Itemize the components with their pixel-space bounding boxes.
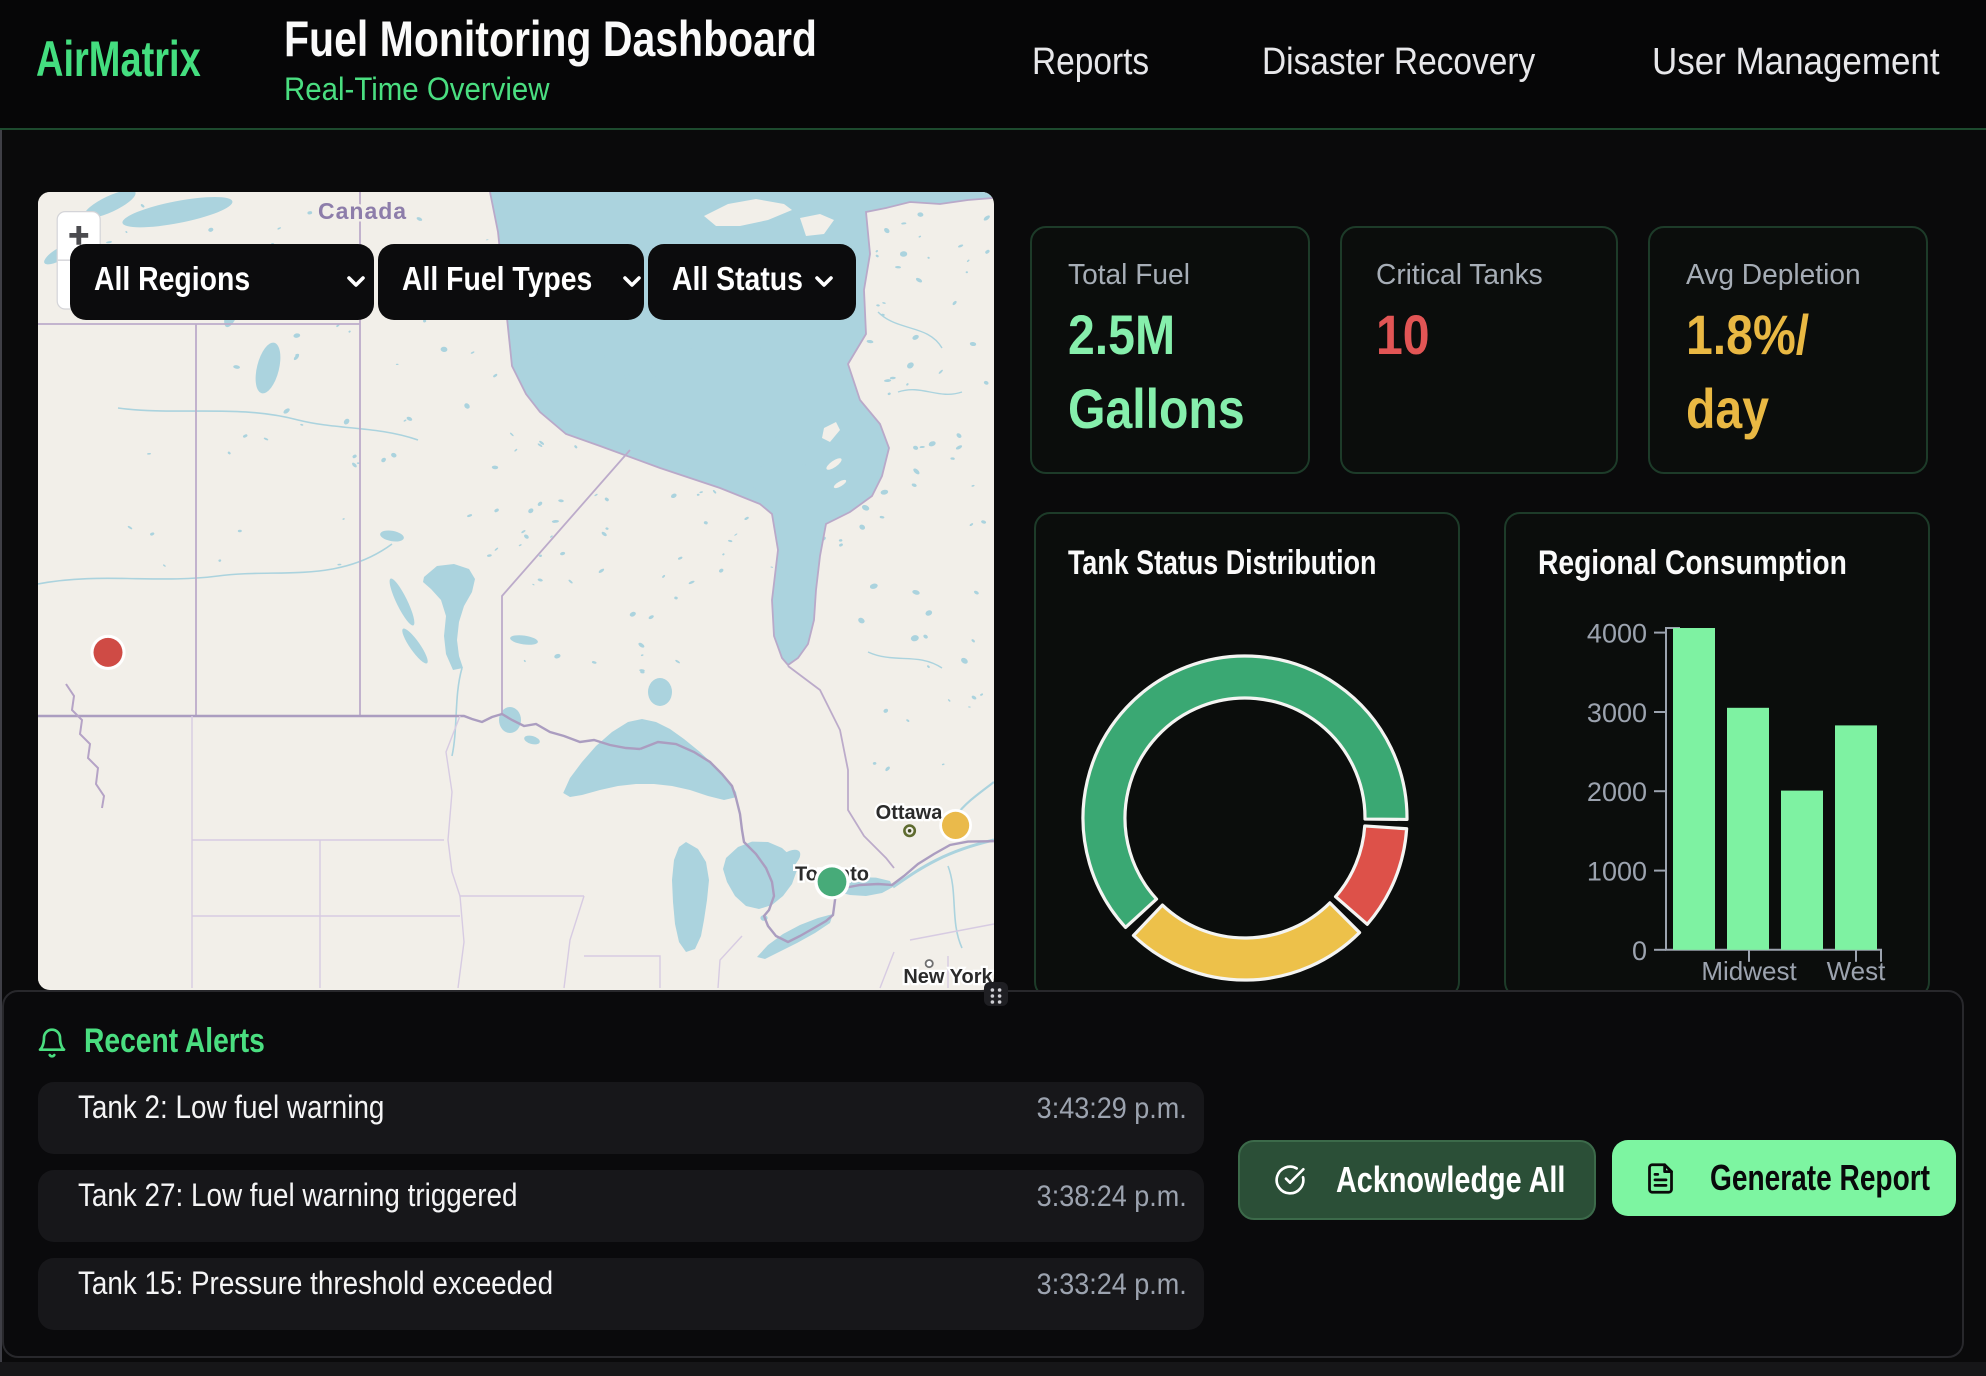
svg-text:Midwest: Midwest	[1700, 955, 1796, 985]
svg-text:1000: 1000	[1586, 856, 1646, 886]
svg-text:4000: 4000	[1586, 618, 1646, 648]
svg-text:3000: 3000	[1586, 697, 1646, 727]
svg-text:Ottawa: Ottawa	[876, 802, 944, 824]
svg-text:0: 0	[1631, 935, 1646, 965]
svg-text:New York: New York	[903, 966, 993, 988]
svg-text:2000: 2000	[1586, 776, 1646, 806]
svg-text:West: West	[1826, 955, 1886, 985]
svg-text:Canada: Canada	[318, 198, 407, 224]
